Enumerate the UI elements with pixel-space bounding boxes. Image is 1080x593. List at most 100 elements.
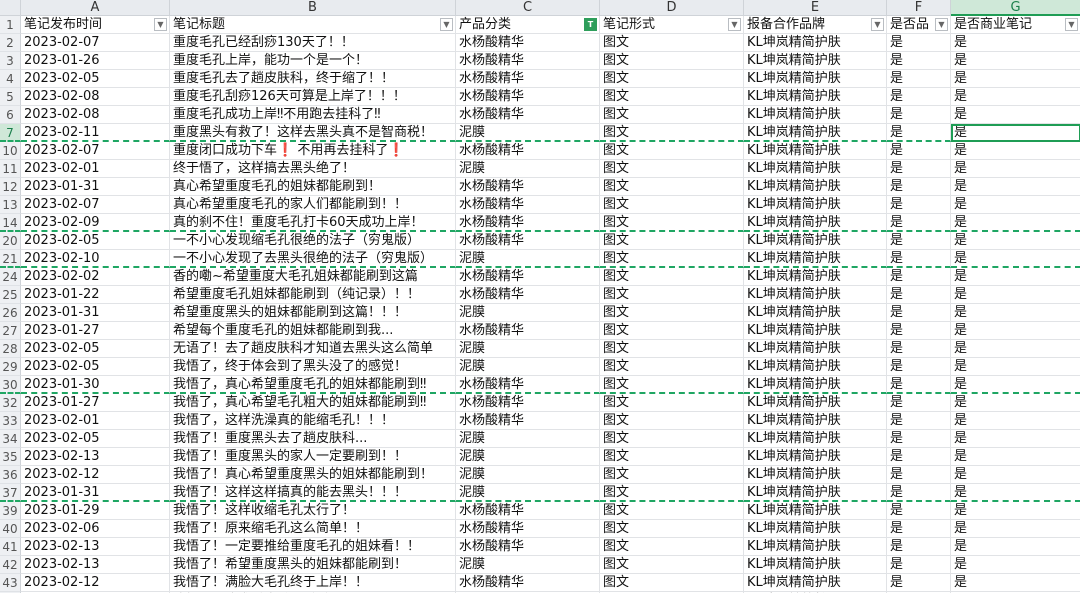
table-cell[interactable]: 是 (887, 232, 951, 250)
table-cell[interactable]: 是 (887, 502, 951, 520)
table-cell[interactable]: 重度毛孔成功上岸‼不用跑去挂科了‼ (170, 106, 456, 124)
table-cell[interactable]: KL坤岚精简护肤 (744, 268, 887, 286)
table-cell[interactable]: 是 (887, 178, 951, 196)
table-cell[interactable]: 泥膜 (456, 124, 600, 142)
table-cell[interactable]: 是 (951, 394, 1080, 412)
row-number[interactable]: 21 (0, 250, 21, 268)
table-cell[interactable]: 是 (887, 448, 951, 466)
table-cell[interactable]: 2023-02-12 (21, 466, 170, 484)
table-cell[interactable]: KL坤岚精简护肤 (744, 142, 887, 160)
row-number[interactable]: 20 (0, 232, 21, 250)
table-cell[interactable]: 是 (951, 124, 1080, 142)
column-header-f[interactable]: F (887, 0, 951, 16)
dropdown-arrow-icon[interactable]: ▼ (1065, 18, 1078, 31)
table-cell[interactable]: 我悟了，真心希望重度毛孔的姐妹都能刷到‼ (170, 376, 456, 394)
table-cell[interactable]: 我悟了！重度黑头的家人一定要刷到！！ (170, 448, 456, 466)
table-cell[interactable]: 图文 (600, 574, 744, 592)
table-cell[interactable]: 2023-01-27 (21, 322, 170, 340)
table-cell[interactable]: 重度毛孔已经刮痧130天了！！ (170, 34, 456, 52)
table-cell[interactable]: KL坤岚精简护肤 (744, 160, 887, 178)
table-cell[interactable]: 我悟了！希望重度黑头的姐妹都能刷到！ (170, 556, 456, 574)
table-cell[interactable]: 是 (951, 520, 1080, 538)
table-cell[interactable]: 水杨酸精华 (456, 268, 600, 286)
table-cell[interactable]: KL坤岚精简护肤 (744, 376, 887, 394)
row-number[interactable]: 39 (0, 502, 21, 520)
table-cell[interactable]: 我悟了！原来缩毛孔这么简单！！ (170, 520, 456, 538)
table-cell[interactable]: 水杨酸精华 (456, 286, 600, 304)
table-cell[interactable]: 希望每个重度毛孔的姐妹都能刷到我... (170, 322, 456, 340)
table-cell[interactable]: 2023-01-26 (21, 52, 170, 70)
table-cell[interactable]: 是 (951, 484, 1080, 502)
table-cell[interactable]: 泥膜 (456, 160, 600, 178)
table-cell[interactable]: 图文 (600, 412, 744, 430)
table-cell[interactable]: 图文 (600, 340, 744, 358)
row-number[interactable]: 35 (0, 448, 21, 466)
table-cell[interactable]: 终于悟了，这样搞去黑头绝了！ (170, 160, 456, 178)
table-cell[interactable]: 图文 (600, 250, 744, 268)
table-cell[interactable]: 图文 (600, 538, 744, 556)
table-cell[interactable]: 水杨酸精华 (456, 34, 600, 52)
table-cell[interactable]: 是 (887, 286, 951, 304)
row-number[interactable]: 41 (0, 538, 21, 556)
table-cell[interactable]: 我悟了！这样收缩毛孔太行了！ (170, 502, 456, 520)
row-number[interactable]: 43 (0, 574, 21, 592)
table-cell[interactable]: KL坤岚精简护肤 (744, 538, 887, 556)
table-cell[interactable]: 水杨酸精华 (456, 196, 600, 214)
table-cell[interactable]: 图文 (600, 394, 744, 412)
table-cell[interactable]: 2023-02-07 (21, 34, 170, 52)
table-cell[interactable]: 2023-02-02 (21, 268, 170, 286)
column-header-a[interactable]: A (21, 0, 170, 16)
row-number[interactable]: 34 (0, 430, 21, 448)
table-cell[interactable]: KL坤岚精简护肤 (744, 304, 887, 322)
header-cell[interactable]: 笔记形式 ▼ (600, 16, 744, 34)
table-cell[interactable]: 2023-02-13 (21, 448, 170, 466)
table-cell[interactable]: KL坤岚精简护肤 (744, 214, 887, 232)
table-cell[interactable]: 图文 (600, 358, 744, 376)
table-cell[interactable]: 2023-01-31 (21, 484, 170, 502)
table-cell[interactable]: 是 (951, 358, 1080, 376)
table-cell[interactable]: 是 (887, 322, 951, 340)
row-number[interactable]: 14 (0, 214, 21, 232)
table-cell[interactable]: 2023-02-11 (21, 124, 170, 142)
dropdown-arrow-icon[interactable]: ▼ (728, 18, 741, 31)
table-cell[interactable]: KL坤岚精简护肤 (744, 322, 887, 340)
table-cell[interactable]: 图文 (600, 124, 744, 142)
column-header-c[interactable]: C (456, 0, 600, 16)
table-cell[interactable]: KL坤岚精简护肤 (744, 250, 887, 268)
table-cell[interactable]: 水杨酸精华 (456, 178, 600, 196)
table-cell[interactable]: 重度闭口成功下车❗ 不用再去挂科了❗ (170, 142, 456, 160)
table-cell[interactable]: KL坤岚精简护肤 (744, 52, 887, 70)
table-cell[interactable]: 是 (951, 286, 1080, 304)
table-cell[interactable]: 是 (887, 394, 951, 412)
table-cell[interactable]: 水杨酸精华 (456, 520, 600, 538)
table-cell[interactable]: 泥膜 (456, 556, 600, 574)
header-cell[interactable]: 产品分类 T (456, 16, 600, 34)
table-cell[interactable]: 我悟了，真心希望毛孔粗大的姐妹都能刷到‼ (170, 394, 456, 412)
table-cell[interactable]: 是 (951, 232, 1080, 250)
row-number[interactable]: 42 (0, 556, 21, 574)
header-cell[interactable]: 报备合作品牌 ▼ (744, 16, 887, 34)
table-cell[interactable]: 希望重度毛孔姐妹都能刷到（纯记录）！！ (170, 286, 456, 304)
table-cell[interactable]: 我悟了！真心希望重度黑头的姐妹都能刷到！ (170, 466, 456, 484)
row-number[interactable]: 1 (0, 16, 21, 34)
table-cell[interactable]: KL坤岚精简护肤 (744, 484, 887, 502)
table-cell[interactable]: 希望重度黑头的姐妹都能刷到这篇！！！ (170, 304, 456, 322)
table-cell[interactable]: 重度毛孔去了趟皮肤科，终于缩了！！ (170, 70, 456, 88)
column-header-d[interactable]: D (600, 0, 744, 16)
table-cell[interactable]: 真的刹不住！重度毛孔打卡60天成功上岸！ (170, 214, 456, 232)
table-cell[interactable]: 2023-01-27 (21, 394, 170, 412)
table-cell[interactable]: 2023-02-05 (21, 70, 170, 88)
table-cell[interactable]: 水杨酸精华 (456, 502, 600, 520)
table-cell[interactable]: 重度毛孔上岸，能功一个是一个！ (170, 52, 456, 70)
row-number[interactable]: 12 (0, 178, 21, 196)
row-number[interactable]: 6 (0, 106, 21, 124)
table-cell[interactable]: 是 (951, 502, 1080, 520)
table-cell[interactable]: 图文 (600, 286, 744, 304)
table-cell[interactable]: KL坤岚精简护肤 (744, 412, 887, 430)
dropdown-arrow-icon[interactable]: ▼ (154, 18, 167, 31)
table-cell[interactable]: 图文 (600, 520, 744, 538)
table-cell[interactable]: 是 (951, 142, 1080, 160)
table-cell[interactable]: 是 (887, 574, 951, 592)
table-cell[interactable]: 水杨酸精华 (456, 106, 600, 124)
table-cell[interactable]: 是 (887, 430, 951, 448)
